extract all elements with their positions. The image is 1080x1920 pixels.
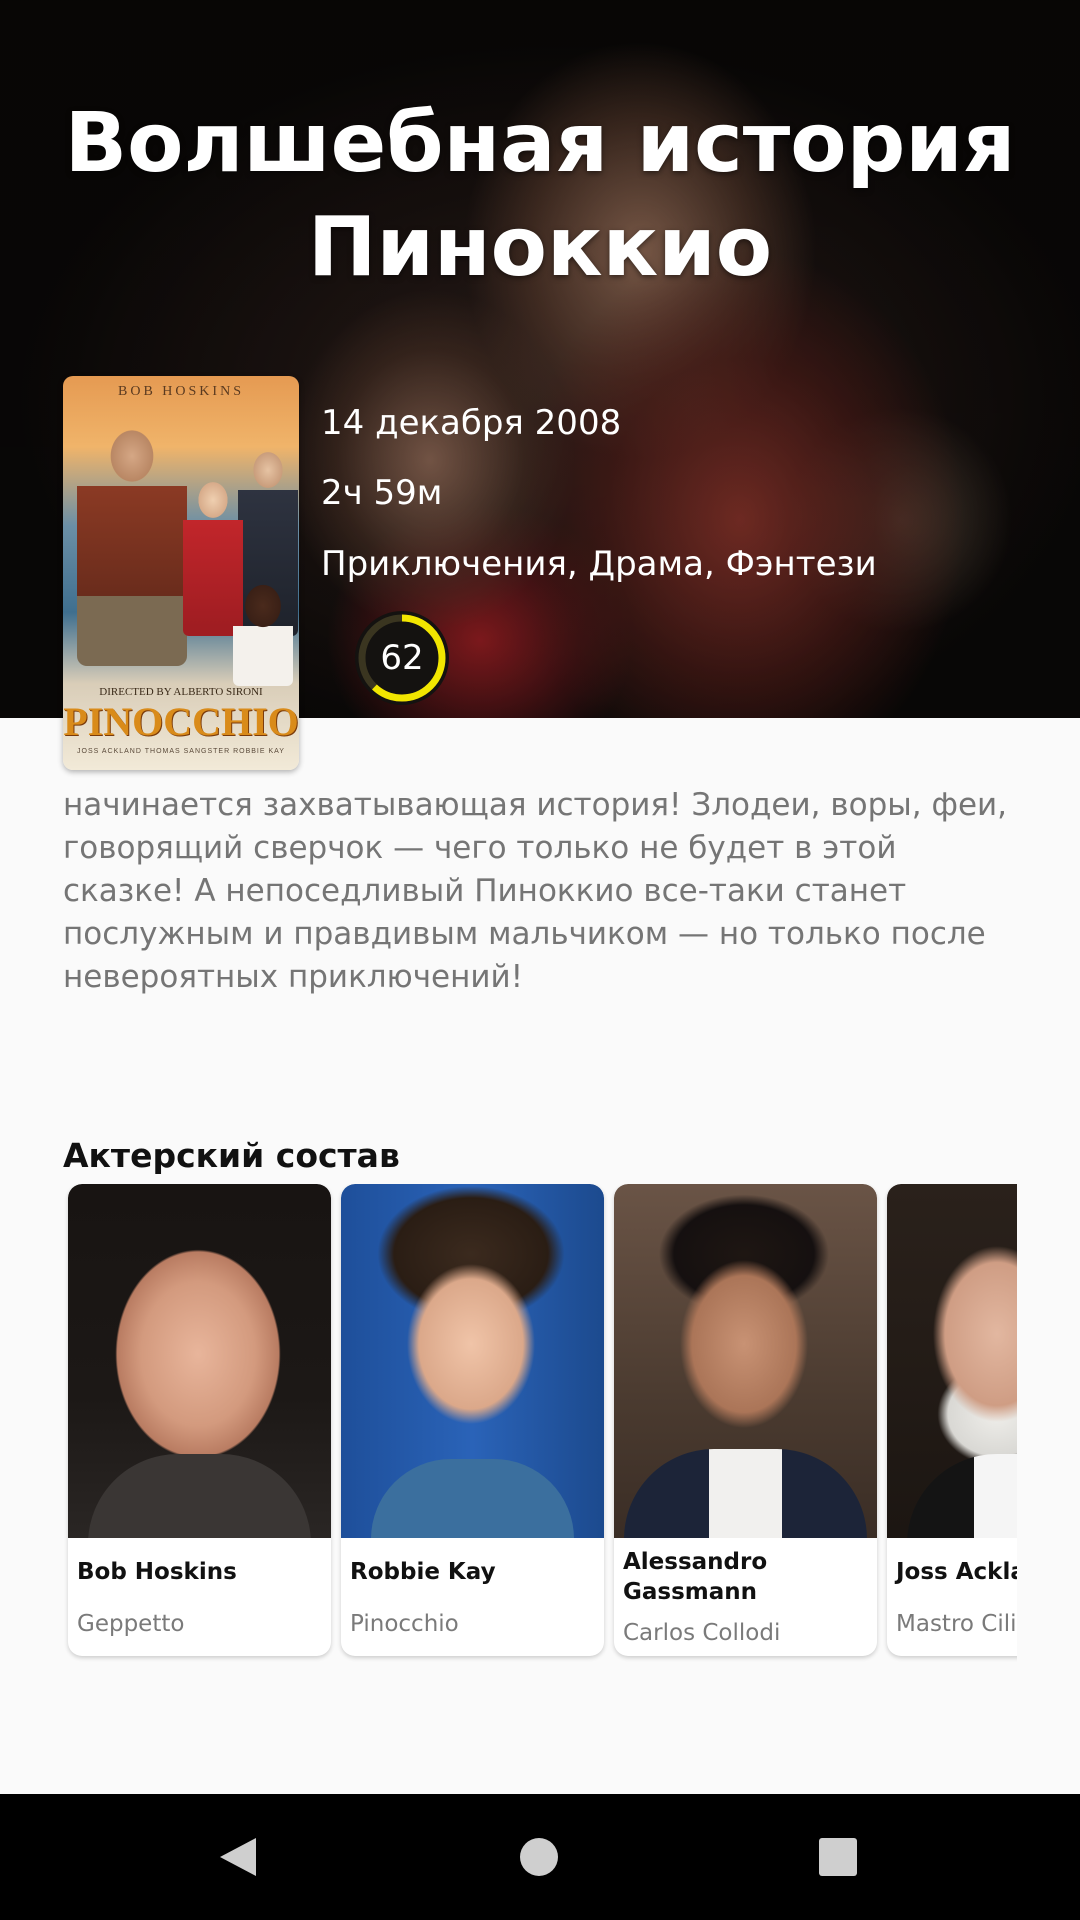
- cast-card[interactable]: Bob Hoskins Geppetto: [68, 1184, 331, 1656]
- cast-character: Pinocchio: [350, 1611, 459, 1637]
- genres: Приключения, Драма, Фэнтези: [321, 544, 877, 584]
- cast-photo: [68, 1184, 331, 1538]
- cast-photo: [341, 1184, 604, 1538]
- release-date: 14 декабря 2008: [321, 403, 622, 443]
- cast-name: Robbie Kay: [350, 1559, 496, 1585]
- cast-photo: [887, 1184, 1017, 1538]
- cast-name: Alessandro Gassmann: [623, 1549, 768, 1605]
- cast-character: Mastro Ciliegia: [896, 1611, 1017, 1637]
- runtime: 2ч 59м: [321, 473, 443, 513]
- cast-photo: [614, 1184, 877, 1538]
- poster-credits: JOSS ACKLAND THOMAS SANGSTER ROBBIE KAY: [77, 748, 285, 755]
- system-navigation-bar: [0, 1794, 1080, 1920]
- cast-section-title: Актерский состав: [63, 1136, 400, 1175]
- cast-carousel[interactable]: Bob Hoskins Geppetto Robbie Kay Pinocchi…: [63, 1184, 1017, 1664]
- square-recents-icon[interactable]: [805, 1824, 871, 1890]
- triangle-back-icon[interactable]: [206, 1824, 272, 1890]
- cast-track: Bob Hoskins Geppetto Robbie Kay Pinocchi…: [68, 1184, 1017, 1656]
- cast-name: Joss Ackland: [896, 1559, 1017, 1585]
- movie-poster: BOB HOSKINS DIRECTED BY ALBERTO SIRONI P…: [63, 376, 299, 770]
- poster-top-text: BOB HOSKINS: [118, 384, 244, 399]
- cast-card[interactable]: Joss Ackland Mastro Ciliegia: [887, 1184, 1017, 1656]
- movie-detail-screen: Волшебная история Пиноккио BOB HOSKINS D…: [0, 0, 1080, 1920]
- poster-figure-girl: [233, 576, 293, 686]
- cast-name: Bob Hoskins: [77, 1559, 237, 1585]
- cast-character: Geppetto: [77, 1611, 185, 1637]
- score-ring: 62: [352, 608, 452, 708]
- circle-home-icon[interactable]: [506, 1824, 572, 1890]
- cast-character: Carlos Collodi: [623, 1620, 781, 1646]
- poster-figure-man: [77, 416, 187, 666]
- poster-director-text: DIRECTED BY ALBERTO SIRONI: [99, 686, 263, 698]
- score-value: 62: [380, 638, 424, 678]
- cast-card[interactable]: Alessandro Gassmann Carlos Collodi: [614, 1184, 877, 1656]
- overview-text: начинается захватывающая история! Злодеи…: [63, 787, 1008, 995]
- poster-logo: PINOCCHIO: [63, 699, 299, 744]
- cast-card[interactable]: Robbie Kay Pinocchio: [341, 1184, 604, 1656]
- movie-title: Волшебная история Пиноккио: [64, 96, 1016, 295]
